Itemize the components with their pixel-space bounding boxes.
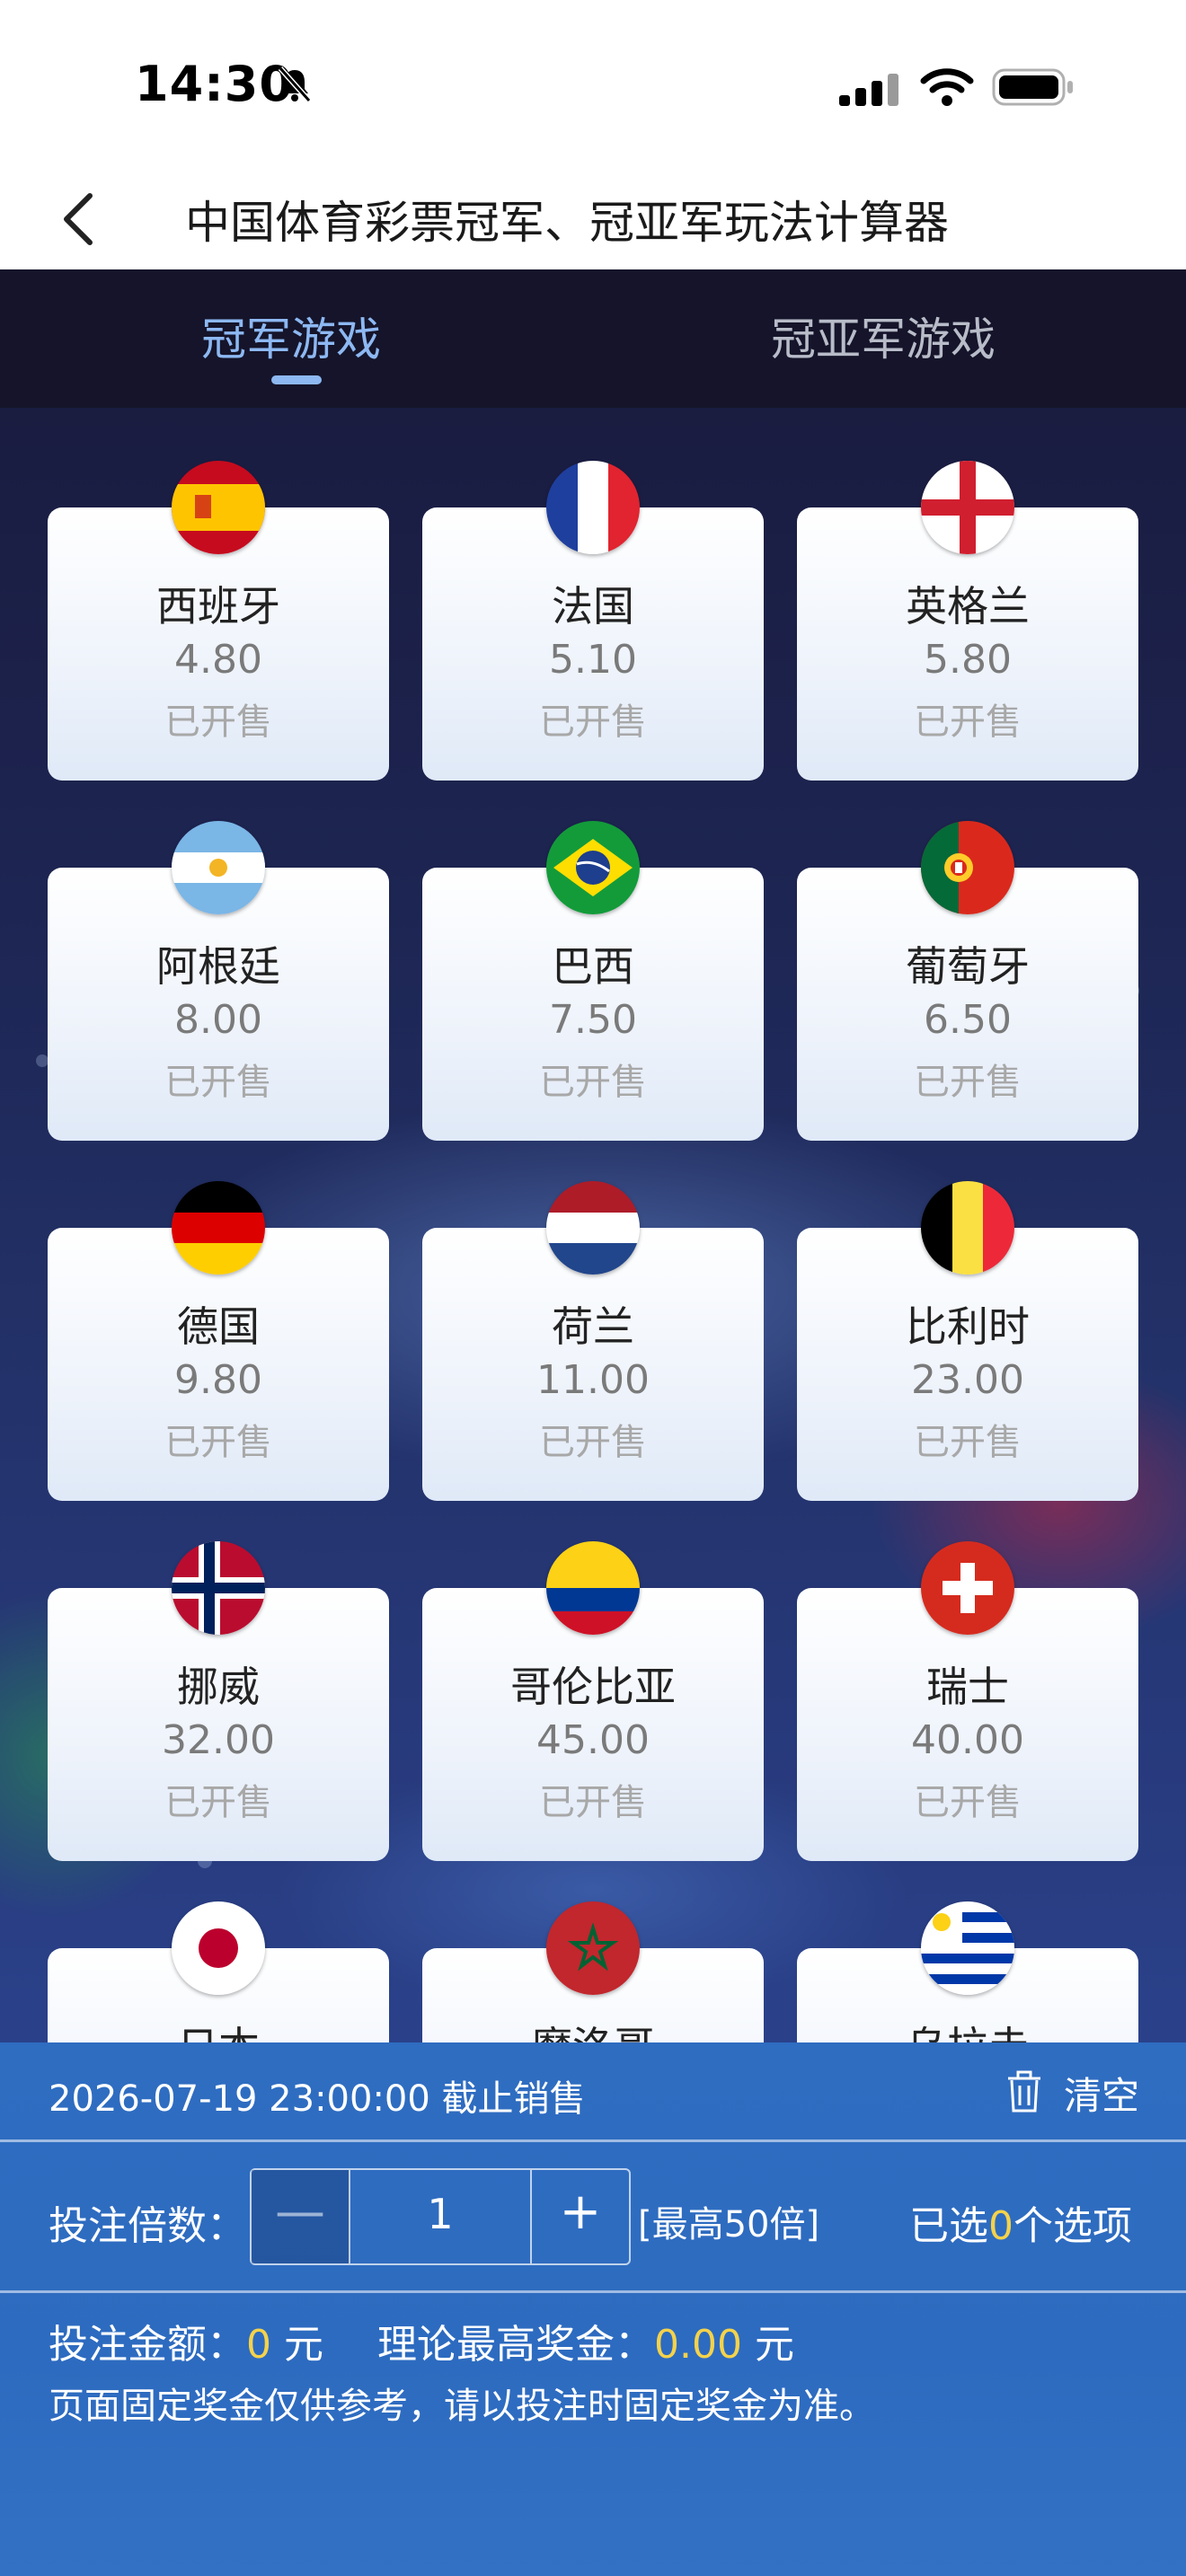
team-odds: 5.10 bbox=[549, 637, 637, 683]
tab-champion-runner-up[interactable]: 冠亚军游戏 bbox=[771, 304, 996, 368]
brazil-flag-icon bbox=[546, 821, 640, 914]
bet-amount-label: 投注金额： bbox=[49, 2322, 246, 2368]
clear-button[interactable]: 清空 bbox=[1064, 2066, 1139, 2121]
max-prize-label: 理论最高奖金： bbox=[377, 2322, 654, 2368]
game-tabs: 冠军游戏 冠亚军游戏 bbox=[0, 269, 1186, 408]
team-odds: 9.80 bbox=[174, 1357, 262, 1403]
team-odds: 45.00 bbox=[536, 1717, 650, 1763]
wifi-icon bbox=[920, 66, 974, 111]
team-grid: 西班牙 4.80 已开售 法国 5.10 已开售 英格兰 5.80 已开售 阿根… bbox=[0, 408, 1186, 2042]
divider bbox=[0, 2290, 1186, 2293]
team-status: 已开售 bbox=[539, 1422, 647, 1463]
spain-flag-icon bbox=[172, 461, 265, 554]
cellular-signal-icon bbox=[839, 72, 907, 111]
bet-panel: 2026-07-19 23:00:00 截止销售 清空 投注倍数： — 1 + … bbox=[0, 2042, 1186, 2576]
team-name: 德国 bbox=[177, 1302, 260, 1351]
team-name: 荷兰 bbox=[552, 1302, 634, 1351]
team-status: 已开售 bbox=[539, 1782, 647, 1823]
team-name: 巴西 bbox=[552, 942, 634, 991]
morocco-flag-icon bbox=[546, 1901, 640, 1995]
max-prize: 理论最高奖金：0.00 元 bbox=[377, 2312, 794, 2369]
team-name: 挪威 bbox=[177, 1663, 260, 1711]
team-status: 已开售 bbox=[164, 1782, 272, 1823]
back-button[interactable] bbox=[54, 183, 108, 255]
colombia-flag-icon bbox=[546, 1541, 640, 1635]
team-name: 英格兰 bbox=[906, 582, 1030, 631]
portugal-flag-icon bbox=[921, 821, 1014, 914]
tab-champion[interactable]: 冠军游戏 bbox=[201, 304, 381, 368]
selected-count-text: 已选0个选项 bbox=[909, 2193, 1132, 2251]
france-flag-icon bbox=[546, 461, 640, 554]
multiplier-input[interactable]: 1 bbox=[350, 2190, 530, 2238]
team-name: 比利时 bbox=[906, 1302, 1030, 1351]
selected-count: 0 bbox=[988, 2203, 1013, 2249]
nav-bar: 中国体育彩票冠军、冠亚军玩法计算器 bbox=[0, 171, 1186, 269]
max-prize-unit: 元 bbox=[754, 2322, 794, 2368]
belgium-flag-icon bbox=[921, 1181, 1014, 1275]
bell-muted-icon bbox=[275, 65, 314, 108]
team-name: 乌拉圭 bbox=[797, 2015, 1138, 2042]
status-time: 14:30 bbox=[135, 56, 294, 112]
team-name: 日本 bbox=[48, 2015, 389, 2042]
selected-prefix: 已选 bbox=[909, 2203, 988, 2249]
team-name: 摩洛哥 bbox=[422, 2015, 764, 2042]
tab-active-indicator bbox=[271, 375, 322, 384]
max-prize-value: 0.00 bbox=[654, 2322, 742, 2368]
chevron-left-icon bbox=[64, 193, 93, 245]
team-odds: 11.00 bbox=[536, 1357, 650, 1403]
team-odds: 5.80 bbox=[924, 637, 1012, 683]
team-name: 西班牙 bbox=[156, 582, 280, 631]
sale-deadline: 2026-07-19 23:00:00 截止销售 bbox=[49, 2078, 586, 2120]
netherlands-flag-icon bbox=[546, 1181, 640, 1275]
germany-flag-icon bbox=[172, 1181, 265, 1275]
trash-icon[interactable] bbox=[1005, 2069, 1044, 2118]
bet-amount-value: 0 bbox=[246, 2322, 271, 2368]
divider bbox=[0, 2139, 1186, 2142]
team-status: 已开售 bbox=[539, 701, 647, 743]
team-status: 已开售 bbox=[914, 701, 1022, 743]
team-status: 已开售 bbox=[539, 1062, 647, 1103]
uruguay-flag-icon bbox=[921, 1901, 1014, 1995]
team-odds: 40.00 bbox=[911, 1717, 1024, 1763]
prize-disclaimer: 页面固定奖金仅供参考，请以投注时固定奖金为准。 bbox=[49, 2386, 875, 2427]
team-status: 已开售 bbox=[914, 1422, 1022, 1463]
team-odds: 4.80 bbox=[174, 637, 262, 683]
team-name: 法国 bbox=[552, 582, 634, 631]
team-name: 葡萄牙 bbox=[906, 942, 1030, 991]
argentina-flag-icon bbox=[172, 821, 265, 914]
england-flag-icon bbox=[921, 461, 1014, 554]
team-odds: 7.50 bbox=[549, 997, 637, 1043]
team-odds: 6.50 bbox=[924, 997, 1012, 1043]
increase-button[interactable]: + bbox=[530, 2170, 629, 2263]
norway-flag-icon bbox=[172, 1541, 265, 1635]
deadline-row: 2026-07-19 23:00:00 截止销售 清空 bbox=[0, 2042, 1186, 2139]
team-status: 已开售 bbox=[164, 1062, 272, 1103]
multiplier-label: 投注倍数： bbox=[49, 2203, 246, 2249]
bet-amount-unit: 元 bbox=[284, 2322, 323, 2368]
max-multiplier-note: [最高50倍] bbox=[638, 2204, 820, 2245]
page-title: 中国体育彩票冠军、冠亚军玩法计算器 bbox=[185, 197, 949, 249]
battery-icon bbox=[992, 66, 1075, 111]
bet-amount: 投注金额：0 元 bbox=[49, 2312, 323, 2369]
plus-icon: + bbox=[559, 2183, 602, 2241]
team-status: 已开售 bbox=[164, 1422, 272, 1463]
team-odds: 23.00 bbox=[911, 1357, 1024, 1403]
team-name: 瑞士 bbox=[926, 1663, 1009, 1711]
team-odds: 32.00 bbox=[162, 1717, 275, 1763]
team-name: 哥伦比亚 bbox=[510, 1663, 676, 1711]
selected-suffix: 个选项 bbox=[1013, 2203, 1132, 2249]
team-status: 已开售 bbox=[914, 1062, 1022, 1103]
team-status: 已开售 bbox=[164, 701, 272, 743]
minus-icon: — bbox=[275, 2183, 325, 2241]
multiplier-stepper: — 1 + bbox=[250, 2168, 631, 2265]
switzerland-flag-icon bbox=[921, 1541, 1014, 1635]
japan-flag-icon bbox=[172, 1901, 265, 1995]
team-name: 阿根廷 bbox=[156, 942, 280, 991]
team-status: 已开售 bbox=[914, 1782, 1022, 1823]
decrease-button[interactable]: — bbox=[252, 2170, 350, 2263]
team-odds: 8.00 bbox=[174, 997, 262, 1043]
status-bar: 14:30 bbox=[0, 0, 1186, 171]
